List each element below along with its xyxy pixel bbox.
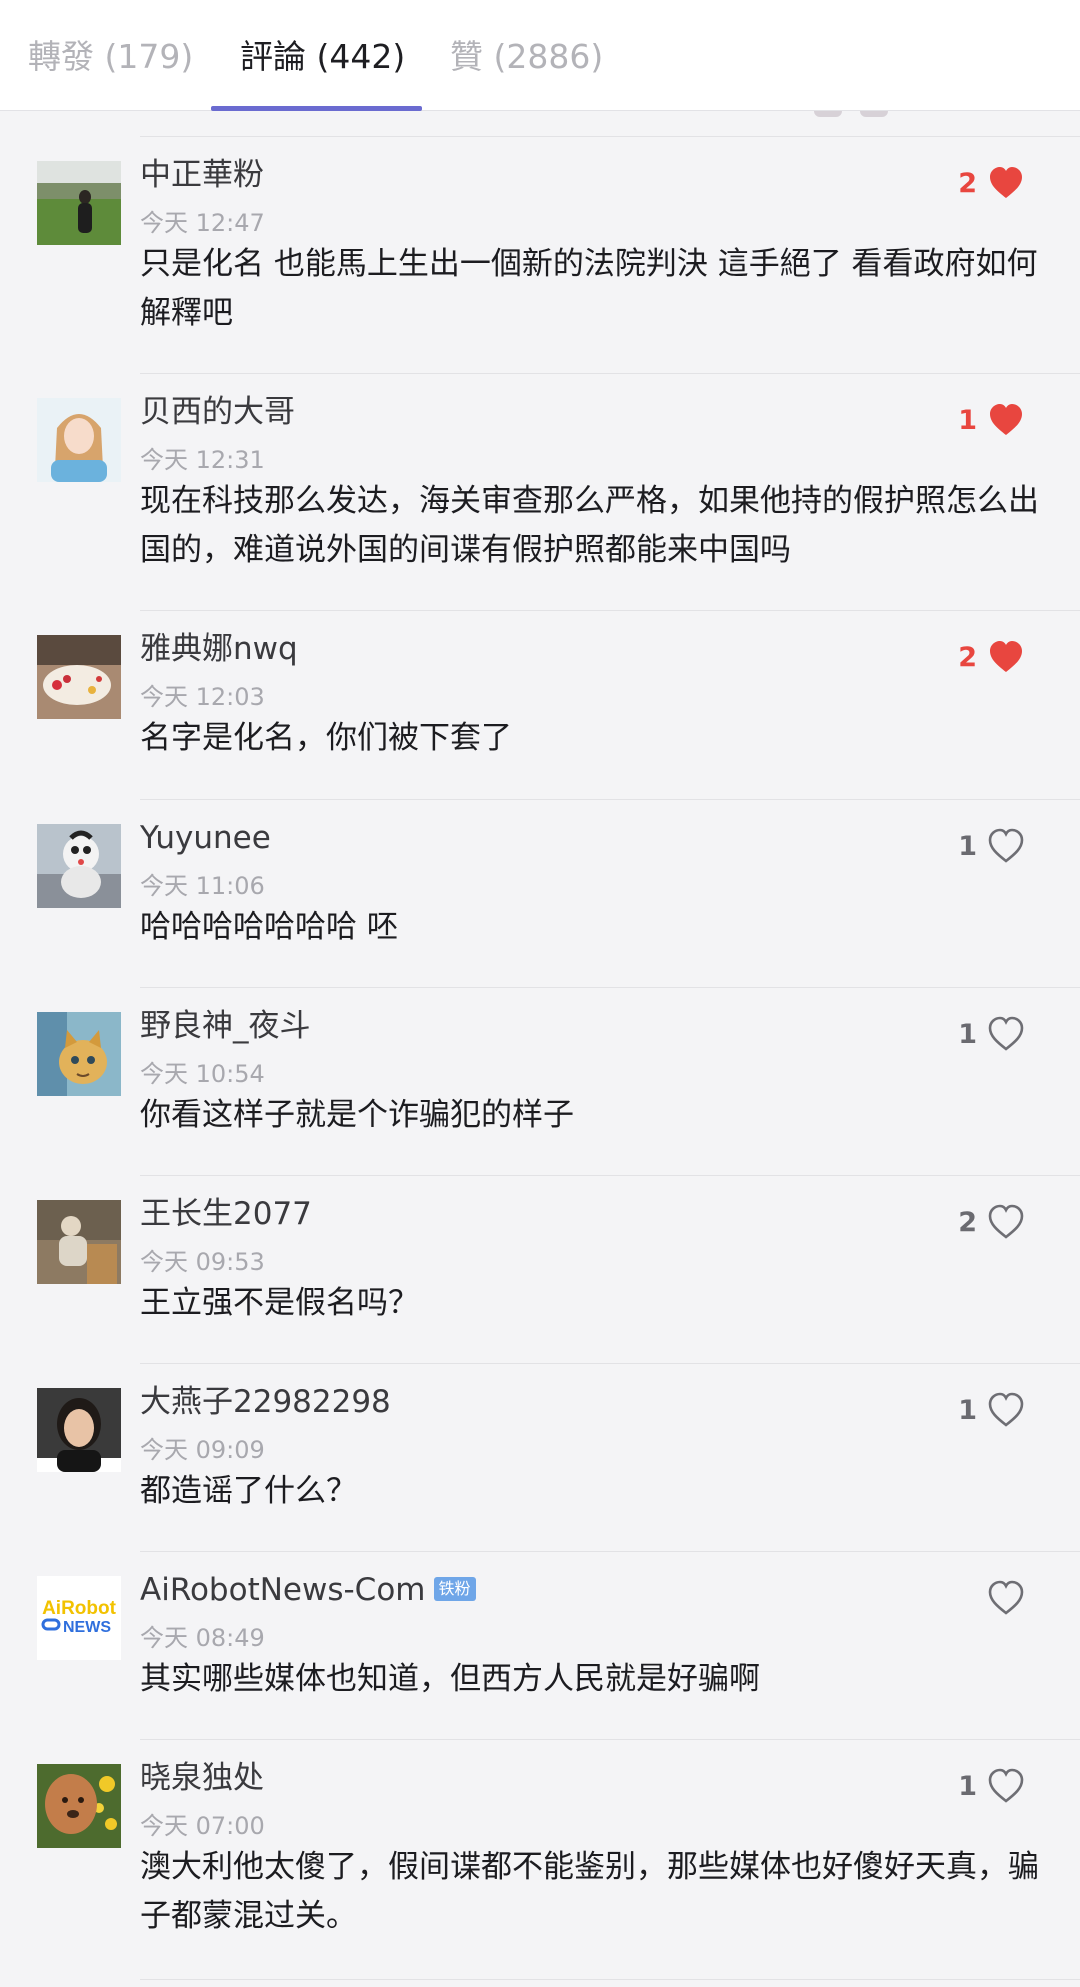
cartoon-toy-avatar[interactable] <box>37 824 121 908</box>
commenter-name-text[interactable]: 贝西的大哥 <box>140 394 295 430</box>
like-button[interactable]: 1 <box>958 1014 1025 1054</box>
like-count: 2 <box>958 1206 977 1238</box>
comment-timestamp: 今天 10:54 <box>140 1060 265 1088</box>
like-button[interactable]: 2 <box>958 163 1025 203</box>
comment-timestamp: 今天 12:47 <box>140 209 265 237</box>
commenter-name-text[interactable]: Yuyunee <box>140 820 271 856</box>
like-button[interactable]: 1 <box>958 400 1025 440</box>
like-button[interactable]: 1 <box>958 826 1025 866</box>
comment-text: 王立强不是假名吗？ <box>140 1285 419 1321</box>
comment-text: 其实哪些媒体也知道，但西方人民就是好骗啊 <box>140 1661 760 1697</box>
like-button[interactable]: 2 <box>958 1202 1025 1242</box>
like-count: 1 <box>958 1770 977 1802</box>
comment-text: 澳大利他太傻了，假间谍都不能鉴别，那些媒体也好傻好天真，骗子都蒙混过关。 <box>140 1849 1039 1934</box>
commenter-name-text[interactable]: 大燕子22982298 <box>140 1384 391 1420</box>
comment-item[interactable]: 王长生2077 今天 09:53 王立强不是假名吗？ 2 <box>0 1176 1080 1364</box>
comment-item[interactable]: 雅典娜nwq 今天 12:03 名字是化名，你们被下套了 2 <box>0 611 1080 800</box>
heart-outline-icon[interactable] <box>987 1768 1025 1804</box>
scrolled-content-edge <box>860 111 888 117</box>
comment-item[interactable]: 晓泉独处今天 07:00 澳大利他太傻了，假间谍都不能鉴别，那些媒体也好傻好天真，… <box>0 1740 1080 1980</box>
comment-item[interactable]: AiRobot NEWS AiRobotNews-Com 铁粉今天 08:49 其实哪些… <box>0 1552 1080 1740</box>
heart-outline-icon[interactable] <box>987 1016 1025 1052</box>
like-count: 1 <box>958 830 977 862</box>
comment-text: 你看这样子就是个诈骗犯的样子 <box>140 1097 574 1133</box>
comment-timestamp: 今天 12:03 <box>140 683 265 711</box>
cat-painting-avatar[interactable] <box>37 1012 121 1096</box>
divider <box>140 1979 1080 1980</box>
comment-timestamp: 今天 08:49 <box>140 1624 265 1652</box>
like-count: 2 <box>958 167 977 199</box>
like-count: 1 <box>958 404 977 436</box>
commenter-name[interactable]: 野良神_夜斗 <box>140 1006 311 1046</box>
comment-item[interactable]: 野良神_夜斗今天 10:54 你看这样子就是个诈骗犯的样子 1 <box>0 988 1080 1176</box>
scrolled-content-edge <box>814 111 842 117</box>
heart-outline-icon[interactable] <box>987 1204 1025 1240</box>
comment-item[interactable]: Yuyunee 今天 11:06 哈哈哈哈哈哈哈 呸 1 <box>0 800 1080 988</box>
comment-item[interactable]: 贝西的大哥今天 12:31 现在科技那么发达，海关审查那么严格，如果他持的假护照怎… <box>0 374 1080 611</box>
commenter-name[interactable]: AiRobotNews-Com 铁粉 <box>140 1570 476 1610</box>
commenter-name-text[interactable]: 王长生2077 <box>140 1196 312 1232</box>
heart-filled-icon[interactable] <box>987 165 1025 201</box>
like-button[interactable]: 1 <box>958 1390 1025 1430</box>
comment-timestamp: 今天 12:31 <box>140 446 265 474</box>
commenter-name-text[interactable]: 雅典娜nwq <box>140 631 298 667</box>
svg-text:NEWS: NEWS <box>63 1619 111 1636</box>
like-count: 1 <box>958 1394 977 1426</box>
like-button[interactable]: 2 <box>958 637 1025 677</box>
comment-item[interactable]: 大燕子22982298 今天 09:09 都造谣了什么？ 1 <box>0 1364 1080 1552</box>
dog-with-flowers-avatar[interactable] <box>37 1764 121 1848</box>
person-on-field-avatar[interactable] <box>37 161 121 245</box>
heart-filled-icon[interactable] <box>987 402 1025 438</box>
like-button[interactable]: 1 <box>958 1766 1025 1806</box>
commenter-name[interactable]: 大燕子22982298 <box>140 1382 391 1422</box>
active-tab-indicator <box>211 106 422 111</box>
commenter-name[interactable]: 王长生2077 <box>140 1194 312 1234</box>
like-button[interactable] <box>977 1578 1025 1618</box>
like-count: 1 <box>958 1018 977 1050</box>
airobot-logo-text-1: AiRobot <box>42 1598 117 1619</box>
comment-text: 现在科技那么发达，海关审查那么严格，如果他持的假护照怎么出国的，难道说外国的间谍… <box>140 483 1039 568</box>
commenter-name[interactable]: 中正華粉 <box>140 155 264 195</box>
comment-text: 哈哈哈哈哈哈哈 呸 <box>140 909 398 945</box>
airobot-news-logo-avatar[interactable]: AiRobot NEWS <box>37 1576 121 1660</box>
heart-outline-icon[interactable] <box>987 828 1025 864</box>
girl-portrait-avatar[interactable] <box>37 398 121 482</box>
commenter-name[interactable]: Yuyunee <box>140 818 271 858</box>
heart-filled-icon[interactable] <box>987 639 1025 675</box>
tab-likes[interactable]: 贊 (2886) <box>450 0 603 111</box>
cake-avatar[interactable] <box>37 635 121 719</box>
woman-portrait-avatar[interactable] <box>37 1388 121 1472</box>
heart-outline-icon[interactable] <box>987 1580 1025 1616</box>
commenter-name-text[interactable]: 野良神_夜斗 <box>140 1008 311 1044</box>
comment-timestamp: 今天 09:09 <box>140 1436 265 1464</box>
commenter-name[interactable]: 晓泉独处 <box>140 1758 264 1798</box>
person-sitting-avatar[interactable] <box>37 1200 121 1284</box>
comment-text: 只是化名 也能馬上生出一個新的法院判決 這手絕了 看看政府如何解釋吧 <box>140 246 1038 331</box>
commenter-name[interactable]: 雅典娜nwq <box>140 629 298 669</box>
comment-text: 名字是化名，你们被下套了 <box>140 720 512 756</box>
comment-timestamp: 今天 07:00 <box>140 1812 265 1840</box>
commenter-name-text[interactable]: 晓泉独处 <box>140 1760 264 1796</box>
commenter-name[interactable]: 贝西的大哥 <box>140 392 295 432</box>
comment-timestamp: 今天 11:06 <box>140 872 265 900</box>
commenter-name-text[interactable]: 中正華粉 <box>140 157 264 193</box>
fan-badge: 铁粉 <box>433 1576 476 1601</box>
commenter-name-text[interactable]: AiRobotNews-Com <box>140 1572 426 1608</box>
comment-text: 都造谣了什么？ <box>140 1473 357 1509</box>
heart-outline-icon[interactable] <box>987 1392 1025 1428</box>
comment-timestamp: 今天 09:53 <box>140 1248 265 1276</box>
like-count: 2 <box>958 641 977 673</box>
comment-item[interactable]: 中正華粉今天 12:47 只是化名 也能馬上生出一個新的法院判決 這手絕了 看看政… <box>0 137 1080 374</box>
tab-reposts[interactable]: 轉發 (179) <box>28 0 193 111</box>
tab-comments[interactable]: 評論 (442) <box>240 0 405 111</box>
tab-bar: 轉發 (179) 評論 (442) 贊 (2886) <box>0 0 1080 111</box>
